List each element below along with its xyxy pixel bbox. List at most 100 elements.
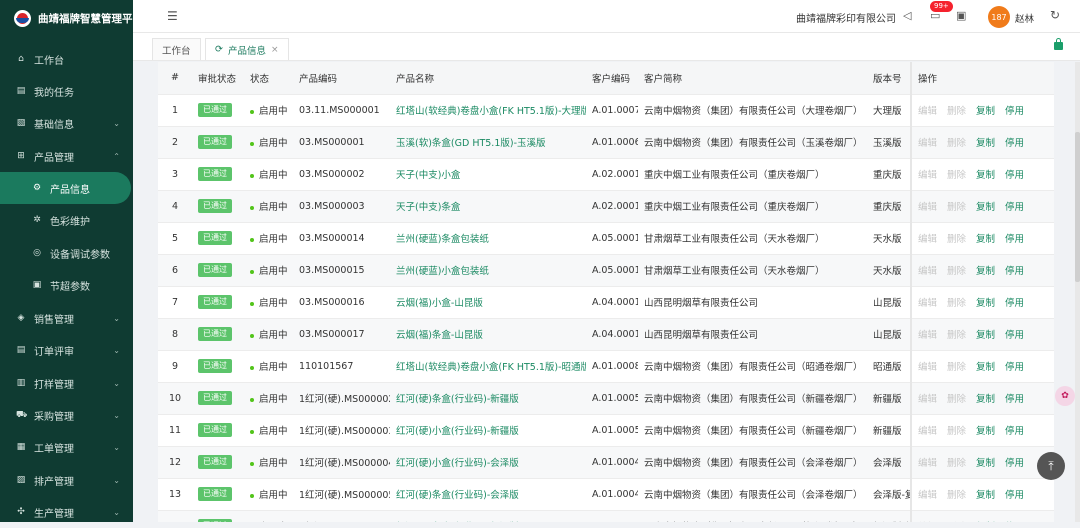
product-name-link[interactable]: 红河(硬)小盒(行业码)-新疆版 xyxy=(396,426,519,437)
sidebar-item[interactable]: ◎ 设备调试参数 xyxy=(0,237,133,269)
edit-button[interactable]: 编辑 xyxy=(918,330,937,341)
edit-button[interactable]: 编辑 xyxy=(918,426,937,437)
delete-button[interactable]: 删除 xyxy=(947,266,966,277)
delete-button[interactable]: 删除 xyxy=(947,426,966,437)
copy-button[interactable]: 复制 xyxy=(976,234,995,245)
row-number: 10 xyxy=(168,392,182,404)
delete-button[interactable]: 删除 xyxy=(947,170,966,181)
edit-button[interactable]: 编辑 xyxy=(918,106,937,117)
product-name-link[interactable]: 红河(硬)条盒(行业码)-新疆版 xyxy=(396,394,519,405)
copy-button[interactable]: 复制 xyxy=(976,170,995,181)
copy-button[interactable]: 复制 xyxy=(976,202,995,213)
product-name-link[interactable]: 玉溪(软)条盒(GD HT5.1版)-玉溪版 xyxy=(396,138,546,149)
menu-toggle-icon[interactable]: ☰ xyxy=(167,9,178,23)
sidebar-item[interactable]: ▥ 打样管理 ⌄ xyxy=(0,367,133,399)
disable-button[interactable]: 停用 xyxy=(1005,234,1024,245)
product-name-link[interactable]: 红河(硬)小盒(行业码)-会泽版 xyxy=(396,458,519,469)
disable-button[interactable]: 停用 xyxy=(1005,426,1024,437)
avatar[interactable]: 187 xyxy=(988,6,1010,28)
product-name-link[interactable]: 兰州(硬蓝)小盒包装纸 xyxy=(396,266,489,277)
sidebar-item[interactable]: ⚙ 产品信息 xyxy=(0,172,131,204)
copy-button[interactable]: 复制 xyxy=(976,394,995,405)
disable-button[interactable]: 停用 xyxy=(1005,362,1024,373)
delete-button[interactable]: 删除 xyxy=(947,458,966,469)
disable-button[interactable]: 停用 xyxy=(1005,490,1024,501)
copy-button[interactable]: 复制 xyxy=(976,490,995,501)
logout-icon[interactable]: ↻ xyxy=(1050,8,1060,22)
disable-button[interactable]: 停用 xyxy=(1005,330,1024,341)
bell-icon[interactable]: ◁ xyxy=(903,9,911,22)
disable-button[interactable]: 停用 xyxy=(1005,266,1024,277)
sidebar-item[interactable]: ⌂ 工作台 xyxy=(0,43,133,75)
floating-assistant-icon[interactable]: ✿ xyxy=(1055,386,1075,406)
product-name-link[interactable]: 兰州(硬蓝)条盒包装纸 xyxy=(396,234,489,245)
disable-button[interactable]: 停用 xyxy=(1005,106,1024,117)
sidebar-item[interactable]: ◈ 销售管理 ⌄ xyxy=(0,302,133,334)
customer-code: A.01.0005 xyxy=(592,424,638,436)
edit-button[interactable]: 编辑 xyxy=(918,234,937,245)
copy-button[interactable]: 复制 xyxy=(976,426,995,437)
disable-button[interactable]: 停用 xyxy=(1005,202,1024,213)
sidebar-item[interactable]: ✣ 生产管理 ⌄ xyxy=(0,496,133,528)
sidebar-item[interactable]: ⊞ 产品管理 ⌃ xyxy=(0,140,133,172)
delete-button[interactable]: 删除 xyxy=(947,330,966,341)
sidebar-item[interactable]: ▤ 订单评审 ⌄ xyxy=(0,334,133,366)
copy-button[interactable]: 复制 xyxy=(976,298,995,309)
sidebar-item[interactable]: ▦ 工单管理 ⌄ xyxy=(0,431,133,463)
product-name-link[interactable]: 红河(硬)条盒(行业码)-会泽版 xyxy=(396,490,519,501)
sidebar-item[interactable]: ⛟ 采购管理 ⌄ xyxy=(0,399,133,431)
delete-button[interactable]: 删除 xyxy=(947,490,966,501)
delete-button[interactable]: 删除 xyxy=(947,394,966,405)
edit-button[interactable]: 编辑 xyxy=(918,458,937,469)
disable-button[interactable]: 停用 xyxy=(1005,138,1024,149)
product-name-link[interactable]: 天子(中支)小盒 xyxy=(396,170,460,181)
sidebar-item[interactable]: ✲ 色彩维护 xyxy=(0,204,133,236)
product-name-link[interactable]: 红塔山(软经典)卷盘小盒(FK HT5.1版)-昭通版 xyxy=(396,362,586,373)
edit-button[interactable]: 编辑 xyxy=(918,394,937,405)
copy-button[interactable]: 复制 xyxy=(976,330,995,341)
delete-button[interactable]: 删除 xyxy=(947,138,966,149)
edit-button[interactable]: 编辑 xyxy=(918,266,937,277)
scroll-thumb[interactable] xyxy=(1075,132,1080,282)
delete-button[interactable]: 删除 xyxy=(947,106,966,117)
disable-button[interactable]: 停用 xyxy=(1005,298,1024,309)
tab-product-info[interactable]: ⟳ 产品信息 × xyxy=(205,38,289,60)
version: 重庆版 xyxy=(873,202,902,213)
close-icon[interactable]: × xyxy=(271,45,279,55)
lock-icon[interactable] xyxy=(1054,38,1063,50)
delete-button[interactable]: 删除 xyxy=(947,298,966,309)
product-name-link[interactable]: 云烟(福)条盒-山昆版 xyxy=(396,330,483,341)
edit-button[interactable]: 编辑 xyxy=(918,202,937,213)
edit-button[interactable]: 编辑 xyxy=(918,298,937,309)
copy-button[interactable]: 复制 xyxy=(976,458,995,469)
sidebar-item[interactable]: ▣ 节超参数 xyxy=(0,269,133,301)
product-name-link[interactable]: 天子(中支)条盒 xyxy=(396,202,460,213)
sidebar-item[interactable]: ▤ 我的任务 xyxy=(0,75,133,107)
product-name-link[interactable]: 红塔山(软经典)卷盘小盒(FK HT5.1版)-大理版 xyxy=(396,106,586,117)
delete-button[interactable]: 删除 xyxy=(947,234,966,245)
sidebar-item[interactable]: ▧ 基础信息 ⌄ xyxy=(0,107,133,139)
edit-button[interactable]: 编辑 xyxy=(918,138,937,149)
edit-button[interactable]: 编辑 xyxy=(918,170,937,181)
copy-button[interactable]: 复制 xyxy=(976,266,995,277)
disable-button[interactable]: 停用 xyxy=(1005,458,1024,469)
disable-button[interactable]: 停用 xyxy=(1005,170,1024,181)
delete-button[interactable]: 删除 xyxy=(947,202,966,213)
delete-button[interactable]: 删除 xyxy=(947,362,966,373)
edit-button[interactable]: 编辑 xyxy=(918,362,937,373)
version: 新疆版 xyxy=(873,426,902,437)
mail-icon[interactable]: ▣ xyxy=(956,9,966,22)
top-bar: ☰ 曲靖福牌彩印有限公司 ◁ ▭ 99+ ▣ 187 赵林 ↻ xyxy=(133,0,1080,33)
scrollbar[interactable] xyxy=(1075,62,1080,522)
edit-button[interactable]: 编辑 xyxy=(918,490,937,501)
disable-button[interactable]: 停用 xyxy=(1005,394,1024,405)
copy-button[interactable]: 复制 xyxy=(976,106,995,117)
refresh-icon[interactable]: ⟳ xyxy=(215,44,223,55)
sidebar-item[interactable]: ▨ 排产管理 ⌄ xyxy=(0,464,133,496)
username[interactable]: 赵林 xyxy=(1015,11,1034,25)
copy-button[interactable]: 复制 xyxy=(976,362,995,373)
tab-workbench[interactable]: 工作台 xyxy=(152,38,201,60)
copy-button[interactable]: 复制 xyxy=(976,138,995,149)
back-to-top-icon[interactable]: ⤒ xyxy=(1037,452,1065,480)
product-name-link[interactable]: 云烟(福)小盒-山昆版 xyxy=(396,298,483,309)
